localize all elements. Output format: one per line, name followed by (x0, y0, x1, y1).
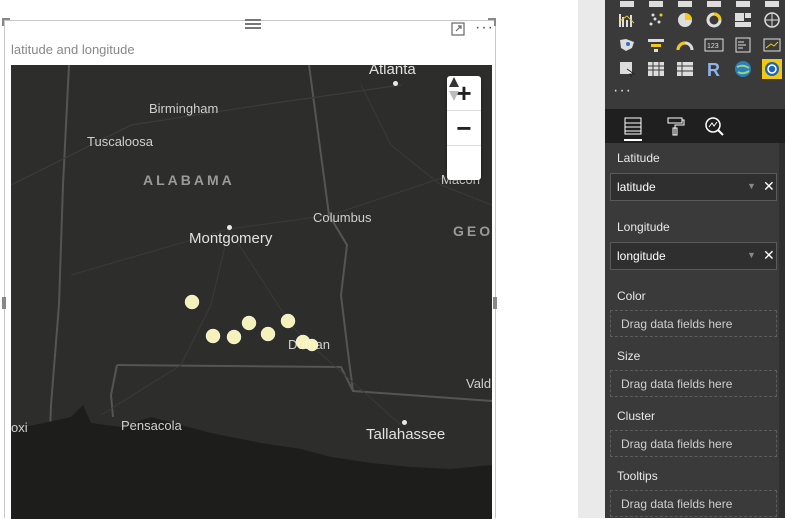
compass-reset-button[interactable] (447, 77, 481, 180)
donut-chart-icon[interactable] (704, 10, 724, 30)
data-point (305, 338, 319, 352)
tooltips-drop-zone[interactable]: Drag data fields here (610, 490, 777, 517)
fields-icon (624, 117, 642, 135)
slicer-icon[interactable] (617, 59, 637, 79)
canvas-gutter (578, 0, 605, 518)
map-visual[interactable]: ··· latitude and longitude Atlanta Birmi… (2, 18, 497, 519)
globe-map-icon[interactable] (762, 10, 782, 30)
arcgis-globe-icon[interactable] (733, 59, 753, 79)
longitude-field-well[interactable]: longitude ▼ ✕ (610, 242, 777, 270)
filled-map-icon[interactable] (617, 35, 637, 55)
drop-placeholder: Drag data fields here (621, 437, 733, 451)
drag-handle[interactable] (245, 19, 261, 29)
data-point (280, 313, 296, 329)
latitude-field-well[interactable]: latitude ▼ ✕ (610, 173, 777, 201)
data-point (184, 294, 200, 310)
remove-field-icon[interactable]: ✕ (763, 247, 775, 264)
matrix-icon[interactable] (675, 59, 695, 79)
dropdown-icon[interactable]: ▼ (747, 181, 756, 191)
cluster-drop-zone[interactable]: Drag data fields here (610, 430, 777, 457)
multi-row-card-icon[interactable] (733, 35, 753, 55)
treemap-icon[interactable] (733, 10, 753, 30)
drop-placeholder: Drag data fields here (621, 317, 733, 331)
custom-map-icon[interactable] (762, 59, 782, 79)
remove-field-icon[interactable]: ✕ (763, 178, 775, 195)
size-drop-zone[interactable]: Drag data fields here (610, 370, 777, 397)
tab-format[interactable] (660, 111, 690, 141)
svg-text:R: R (707, 60, 720, 79)
more-visuals-icon[interactable]: ··· (613, 82, 632, 100)
visual-title: latitude and longitude (11, 42, 135, 57)
data-point (226, 329, 242, 345)
data-points-layer (184, 294, 319, 352)
visualizations-pane: 123 R ··· Latitude latitude ▼ ✕ Longitud… (605, 0, 785, 518)
map-canvas[interactable]: Atlanta Birmingham Tuscaloosa ALABAMA Ma… (11, 65, 492, 519)
analytics-magnifier-icon (705, 117, 724, 136)
kpi-icon[interactable] (762, 35, 782, 55)
table-icon[interactable] (646, 59, 666, 79)
more-options-icon[interactable]: ··· (475, 19, 494, 37)
drop-placeholder: Drag data fields here (621, 377, 733, 391)
pane-scrollbar[interactable] (779, 143, 785, 518)
latitude-field-name: latitude (617, 180, 656, 194)
well-label-cluster: Cluster (617, 409, 656, 423)
color-drop-zone[interactable]: Drag data fields here (610, 310, 777, 337)
line-chart-icon[interactable] (617, 10, 637, 30)
funnel-icon[interactable] (646, 35, 666, 55)
svg-text:123: 123 (707, 43, 719, 50)
card-icon[interactable]: 123 (704, 35, 724, 55)
resize-corner-top-left[interactable] (2, 18, 10, 26)
zoom-out-button[interactable]: − (447, 111, 481, 146)
map-zoom-control: + − (447, 76, 481, 180)
well-label-tooltips: Tooltips (617, 469, 658, 483)
well-label-color: Color (617, 289, 646, 303)
gauge-icon[interactable] (675, 35, 695, 55)
tab-analytics[interactable] (699, 111, 729, 141)
pane-tab-bar (605, 109, 785, 143)
data-point (241, 315, 257, 331)
resize-handle-right[interactable] (493, 297, 497, 309)
data-point (260, 326, 276, 342)
data-point (205, 328, 221, 344)
compass-icon (449, 77, 459, 101)
focus-mode-icon[interactable] (451, 22, 465, 36)
resize-handle-left[interactable] (2, 297, 6, 309)
longitude-field-name: longitude (617, 249, 666, 263)
r-visual-icon[interactable]: R (704, 59, 724, 79)
dropdown-icon[interactable]: ▼ (747, 250, 756, 260)
well-label-longitude: Longitude (617, 220, 670, 234)
pie-chart-icon[interactable] (675, 10, 695, 30)
well-label-size: Size (617, 349, 641, 363)
drop-placeholder: Drag data fields here (621, 497, 733, 511)
scatter-chart-icon[interactable] (646, 10, 666, 30)
well-label-latitude: Latitude (617, 151, 660, 165)
paint-roller-icon (667, 117, 685, 136)
tab-fields[interactable] (618, 111, 648, 141)
